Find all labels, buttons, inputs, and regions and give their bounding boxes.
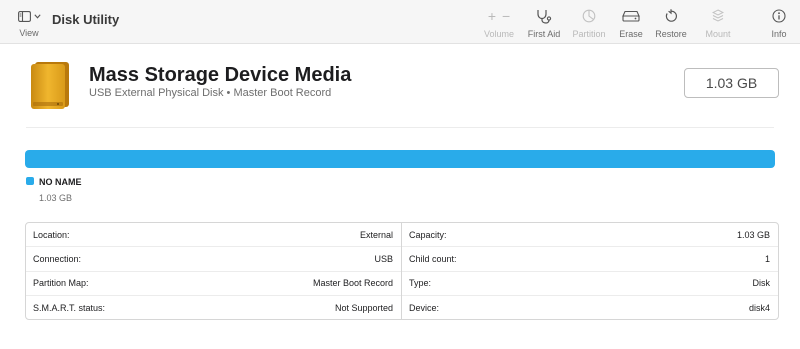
partition-label: Partition [572, 29, 606, 39]
restore-button[interactable]: Restore [652, 7, 690, 39]
device-subtitle: USB External Physical Disk • Master Boot… [89, 87, 332, 99]
info-value: disk4 [748, 302, 770, 313]
info-button[interactable]: Info [765, 7, 793, 39]
info-label: Info [771, 29, 787, 39]
info-column-right: Capacity: 1.03 GB Child count: 1 Type: D… [402, 223, 778, 319]
erase-button[interactable]: Erase [615, 7, 647, 39]
info-row: Type: Disk [402, 272, 778, 296]
restore-icon [665, 9, 677, 22]
erase-label: Erase [619, 29, 643, 39]
info-label: Location: [33, 229, 70, 240]
info-value: 1 [764, 253, 770, 264]
toolbar: View Disk Utility + − Volume First Aid P… [0, 0, 800, 44]
volume-button[interactable]: + − Volume [480, 7, 518, 39]
info-row: Partition Map: Master Boot Record [26, 272, 401, 296]
volume-label: Volume [483, 29, 515, 39]
info-row: Connection: USB [26, 247, 401, 272]
info-label: S.M.A.R.T. status: [33, 302, 106, 313]
chevron-down-icon [33, 13, 41, 19]
info-column-left: Location: External Connection: USB Parti… [26, 223, 402, 319]
minus-icon[interactable]: − [502, 9, 510, 23]
info-label: Child count: [409, 253, 457, 264]
restore-label: Restore [655, 29, 687, 39]
device-size-badge: 1.03 GB [684, 68, 779, 98]
info-label: Device: [409, 302, 440, 313]
partition-button[interactable]: Partition [569, 7, 609, 39]
info-value: Disk [752, 278, 771, 289]
sidebar-icon [17, 10, 31, 22]
info-icon [772, 9, 786, 23]
first-aid-label: First Aid [527, 29, 561, 39]
partition-size: 1.03 GB [39, 193, 73, 203]
info-row: Device: disk4 [402, 296, 778, 320]
mount-label: Mount [705, 29, 731, 39]
first-aid-button[interactable]: First Aid [524, 7, 564, 39]
mount-icon [712, 8, 724, 22]
info-label: Partition Map: [33, 278, 89, 289]
device-name: Mass Storage Device Media [89, 64, 352, 86]
info-row: Child count: 1 [402, 247, 778, 272]
device-info-table: Location: External Connection: USB Parti… [25, 222, 779, 320]
erase-disk-icon [622, 10, 640, 22]
view-label: View [19, 28, 39, 38]
info-value: Not Supported [334, 302, 393, 313]
app-title: Disk Utility [52, 12, 120, 27]
header-divider [26, 127, 774, 128]
external-drive-icon [31, 62, 69, 109]
info-value: External [359, 229, 393, 240]
partition-name: NO NAME [39, 177, 82, 187]
info-value: Master Boot Record [312, 278, 393, 289]
view-button[interactable]: View [14, 8, 44, 38]
info-row: Location: External [26, 223, 401, 248]
info-value: 1.03 GB [736, 229, 770, 240]
info-row: Capacity: 1.03 GB [402, 223, 778, 248]
info-value: USB [374, 253, 393, 264]
stethoscope-icon [537, 9, 552, 24]
info-label: Type: [409, 278, 432, 289]
partition-usage-bar[interactable] [25, 150, 775, 168]
mount-button[interactable]: Mount [699, 7, 737, 39]
pie-chart-icon [582, 9, 596, 23]
plus-icon[interactable]: + [488, 9, 496, 23]
info-label: Connection: [33, 253, 82, 264]
info-label: Capacity: [409, 229, 447, 240]
partition-color-swatch [26, 177, 34, 185]
info-row: S.M.A.R.T. status: Not Supported [26, 296, 401, 320]
